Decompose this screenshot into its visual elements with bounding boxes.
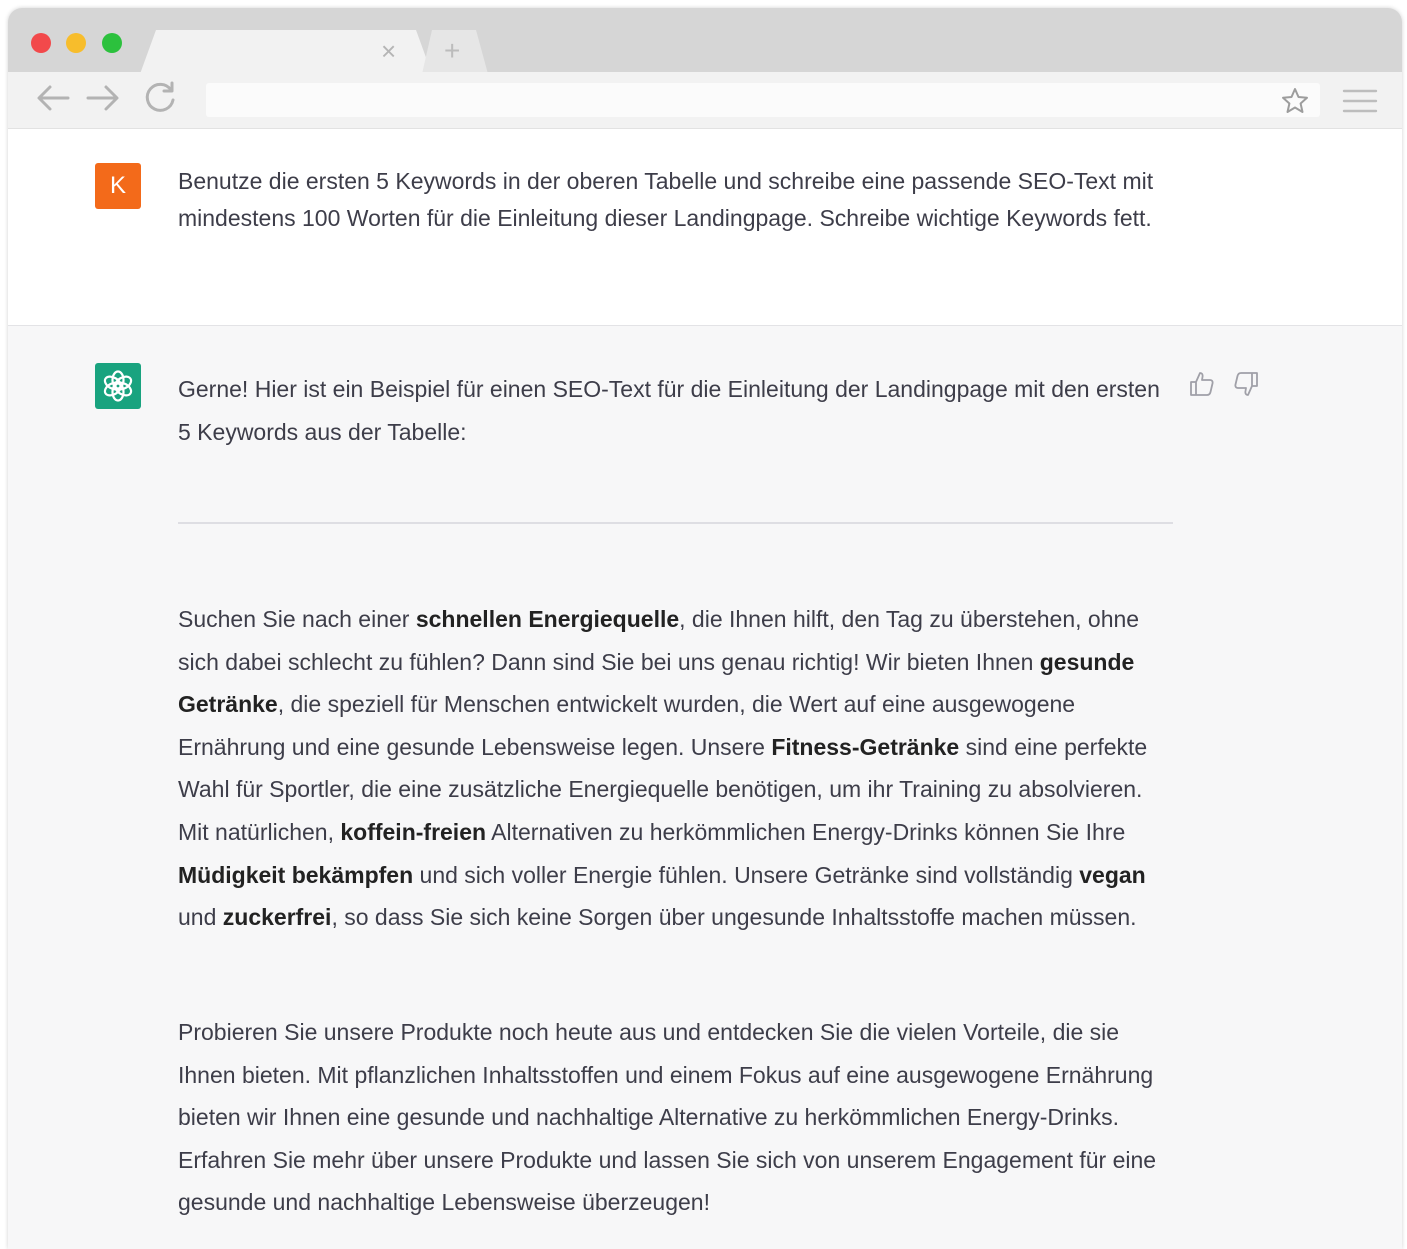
assistant-paragraph-2: Probieren Sie unsere Produkte noch heute… — [178, 1019, 1157, 1216]
thumbs-down-icon[interactable] — [1232, 370, 1260, 398]
user-message-text: Benutze die ersten 5 Keywords in der obe… — [178, 168, 1154, 231]
text-segment: und — [178, 904, 223, 931]
plus-icon[interactable]: + — [444, 36, 460, 66]
reload-icon[interactable] — [142, 80, 178, 116]
bold-keyword: zuckerfrei — [222, 904, 332, 931]
bold-keyword: koffein-freien — [340, 818, 487, 845]
hamburger-menu-icon[interactable] — [1342, 88, 1378, 114]
forward-arrow-icon[interactable] — [86, 84, 120, 112]
bold-keyword: Müdigkeit bekämpfen — [178, 861, 414, 888]
bold-keyword: schnellen Energiequelle — [415, 606, 680, 632]
thumbs-up-icon[interactable] — [1188, 370, 1216, 398]
assistant-avatar — [95, 363, 141, 409]
browser-window: × + K Benutze die ersten 5 Keywords in d… — [8, 8, 1402, 1249]
address-bar[interactable] — [206, 83, 1320, 117]
back-arrow-icon[interactable] — [36, 84, 70, 112]
assistant-paragraph-1: Suchen Sie nach einer schnellen Energieq… — [178, 598, 1178, 939]
bookmark-star-icon[interactable] — [1281, 87, 1309, 115]
bold-keyword: Fitness-Getränke — [771, 733, 960, 760]
text-segment: , so dass Sie sich keine Sorgen über ung… — [331, 904, 1137, 931]
text-segment: Alternativen zu herkömmlichen Energy-Dri… — [486, 818, 1126, 845]
openai-logo-icon — [103, 370, 133, 402]
maximize-window-button[interactable] — [102, 33, 122, 53]
text-segment: Suchen Sie nach einer — [178, 606, 416, 632]
user-avatar: K — [95, 163, 141, 209]
assistant-intro-text: Gerne! Hier ist ein Beispiel für einen S… — [178, 376, 1160, 445]
divider — [178, 522, 1173, 524]
bold-keyword: vegan — [1079, 861, 1146, 888]
close-window-button[interactable] — [31, 33, 51, 53]
text-segment: und sich voller Energie fühlen. Unsere G… — [413, 861, 1080, 888]
tab-close-icon[interactable]: × — [381, 36, 396, 66]
minimize-window-button[interactable] — [66, 33, 86, 53]
tab-bar: × + — [8, 8, 1402, 74]
